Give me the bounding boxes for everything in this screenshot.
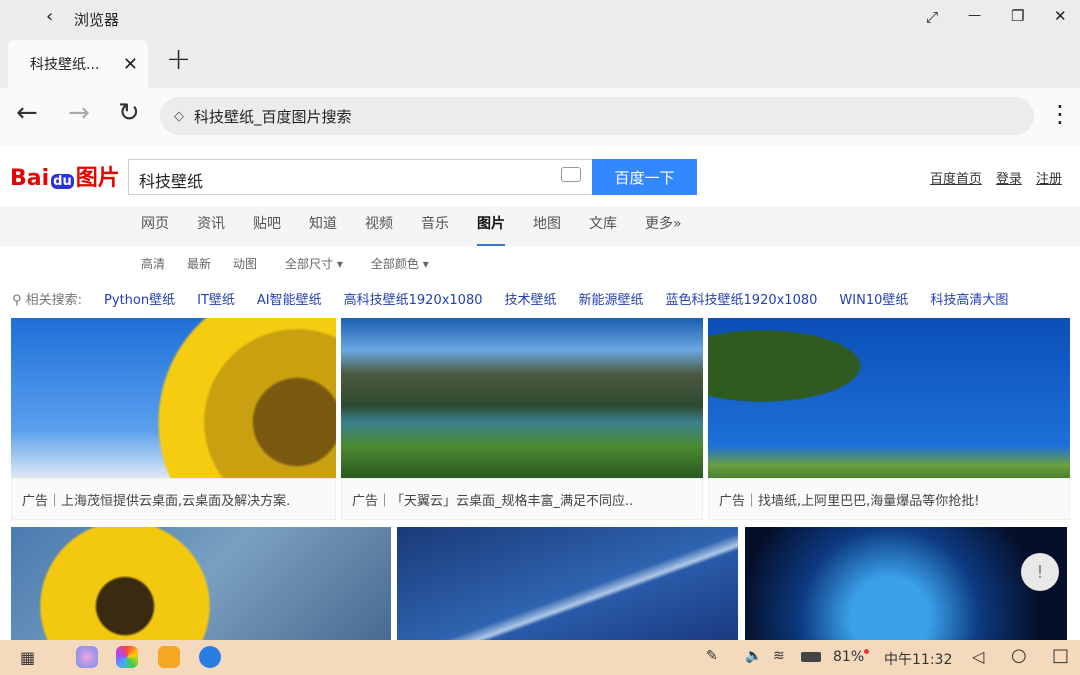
close-icon[interactable]: ✕ [1054, 7, 1067, 25]
tab-zhidao[interactable]: 知道 [309, 206, 337, 246]
tab-music[interactable]: 音乐 [421, 206, 449, 246]
app-grid-icon[interactable]: ▦ [20, 648, 35, 667]
filter-latest[interactable]: 最新 [187, 255, 211, 272]
filter-hd[interactable]: 高清 [141, 255, 165, 272]
volume-icon[interactable]: 🔈 [745, 648, 762, 664]
related-item[interactable]: 技术壁纸 [505, 289, 557, 308]
logo-paw: du [51, 174, 74, 189]
clock: 中午11:32 [884, 649, 952, 669]
top-links: 百度首页 登录 注册 [930, 168, 1062, 187]
forward-icon[interactable]: → [68, 98, 90, 128]
nav-back-icon[interactable]: ◁ [972, 647, 984, 666]
baidu-logo[interactable]: Baidu图片 [10, 160, 120, 192]
reload-icon[interactable]: ↻ [118, 98, 140, 128]
filter-bar: 高清 最新 动图 全部尺寸 ▾ 全部颜色 ▾ [141, 255, 429, 272]
expand-icon[interactable]: ⤢ [926, 8, 938, 26]
related-item[interactable]: 科技高清大图 [930, 289, 1008, 308]
browser-app-icon[interactable] [199, 646, 221, 668]
search-icon: ⚲ [12, 293, 26, 308]
search-button[interactable]: 百度一下 [592, 159, 697, 195]
tab-more[interactable]: 更多» [645, 206, 682, 246]
search-query: 科技壁纸 [139, 172, 203, 191]
related-label-text: 相关搜索: [26, 293, 82, 308]
baidu-header: Baidu图片 科技壁纸 百度一下 百度首页 登录 注册 [0, 146, 1080, 206]
category-nav: 网页 资讯 贴吧 知道 视频 音乐 图片 地图 文库 更多» [0, 206, 1080, 246]
notification-dot [864, 649, 869, 654]
image-card[interactable]: 广告｜「天翼云」云桌面_规格丰富_满足不同应.. [341, 318, 703, 520]
logo-text: Bai [10, 166, 49, 191]
tree-sky-image[interactable] [708, 318, 1070, 478]
assistant-app-icon[interactable] [76, 646, 98, 668]
related-item[interactable]: 高科技壁纸1920x1080 [344, 289, 483, 308]
gallery-app-icon[interactable] [116, 646, 138, 668]
tab-strip: 科技壁纸... ✕ + [0, 36, 1080, 88]
ad-caption[interactable]: 广告｜上海茂恒提供云桌面,云桌面及解决方案. [11, 478, 336, 520]
related-item[interactable]: WIN10壁纸 [839, 289, 908, 308]
filter-animated[interactable]: 动图 [233, 255, 257, 272]
mountain-lake-image[interactable] [341, 318, 703, 478]
nav-home-icon[interactable]: ○ [1011, 645, 1027, 666]
related-item[interactable]: AI智能壁纸 [257, 289, 322, 308]
related-item[interactable]: Python壁纸 [104, 289, 175, 308]
tab-web[interactable]: 网页 [141, 206, 169, 246]
feedback-button[interactable]: ! [1021, 553, 1059, 591]
tab-label: 科技壁纸... [30, 54, 99, 74]
image-card[interactable]: 广告｜找墙纸,上阿里巴巴,海量爆品等你抢批! [708, 318, 1070, 520]
back-chevron-icon[interactable]: ‹ [46, 6, 53, 27]
related-item[interactable]: IT壁纸 [197, 289, 235, 308]
tab-wenku[interactable]: 文库 [589, 206, 617, 246]
filter-size[interactable]: 全部尺寸 ▾ [285, 255, 343, 272]
ad-caption[interactable]: 广告｜找墙纸,上阿里巴巴,海量爆品等你抢批! [708, 478, 1070, 520]
taskbar: ▦ ✎ 🔈 ≋ 81% 中午11:32 ◁ ○ □ [0, 640, 1080, 675]
filter-color[interactable]: 全部颜色 ▾ [371, 255, 429, 272]
related-searches: ⚲ 相关搜索: Python壁纸 IT壁纸 AI智能壁纸 高科技壁纸1920x1… [12, 289, 1008, 308]
tab-news[interactable]: 资讯 [197, 206, 225, 246]
related-item[interactable]: 蓝色科技壁纸1920x1080 [666, 289, 818, 308]
link-login[interactable]: 登录 [996, 168, 1022, 187]
nav-recent-icon[interactable]: □ [1052, 645, 1069, 666]
image-card[interactable]: 广告｜上海茂恒提供云桌面,云桌面及解决方案. [11, 318, 336, 520]
link-baidu-home[interactable]: 百度首页 [930, 168, 982, 187]
tab-close-icon[interactable]: ✕ [123, 54, 138, 75]
battery-percent: 81% [833, 649, 864, 665]
sunflower-image-2[interactable] [11, 527, 391, 640]
notes-app-icon[interactable] [158, 646, 180, 668]
search-input[interactable]: 科技壁纸 [128, 159, 594, 195]
related-item[interactable]: 新能源壁纸 [579, 289, 644, 308]
tech-globe-image[interactable] [745, 527, 1067, 640]
tab-map[interactable]: 地图 [533, 206, 561, 246]
url-text[interactable]: 科技壁纸_百度图片搜索 [194, 106, 352, 127]
back-icon[interactable]: ← [16, 98, 38, 128]
minimize-icon[interactable]: — [968, 8, 981, 23]
sunflower-image[interactable] [11, 318, 336, 478]
shield-icon: ◇ [174, 109, 184, 124]
pen-icon[interactable]: ✎ [706, 648, 718, 664]
tab-active[interactable]: 科技壁纸... ✕ [8, 40, 148, 88]
related-label: ⚲ 相关搜索: [12, 289, 82, 308]
tab-video[interactable]: 视频 [365, 206, 393, 246]
wifi-icon: ≋ [773, 648, 785, 664]
logo-img-text: 图片 [76, 166, 120, 191]
title-bar: ‹ 浏览器 ⤢ — ❐ ✕ [0, 0, 1080, 36]
menu-icon[interactable]: ⋮ [1048, 100, 1072, 128]
url-bar[interactable]: ◇ 科技壁纸_百度图片搜索 [160, 97, 1034, 135]
new-tab-icon[interactable]: + [166, 42, 191, 77]
blue-abstract-image[interactable] [397, 527, 738, 640]
address-bar-row: ← → ↻ ◇ 科技壁纸_百度图片搜索 ⋮ [0, 88, 1080, 146]
ad-caption[interactable]: 广告｜「天翼云」云桌面_规格丰富_满足不同应.. [341, 478, 703, 520]
tab-tieba[interactable]: 贴吧 [253, 206, 281, 246]
battery-icon [801, 652, 821, 662]
tab-images[interactable]: 图片 [477, 206, 505, 246]
link-register[interactable]: 注册 [1036, 168, 1062, 187]
app-title: 浏览器 [74, 9, 119, 30]
restore-icon[interactable]: ❐ [1011, 7, 1024, 25]
camera-icon[interactable] [561, 167, 581, 182]
